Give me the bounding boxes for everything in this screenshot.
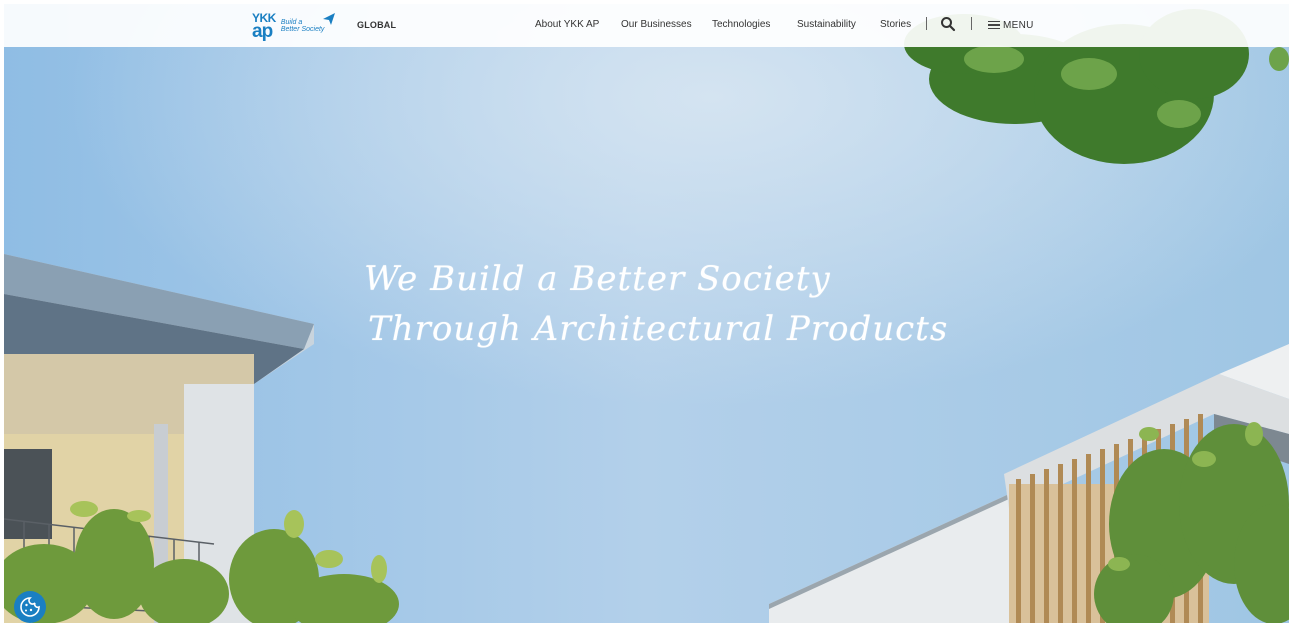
menu-label: MENU <box>1003 19 1034 31</box>
nav-technologies[interactable]: Technologies <box>712 19 770 30</box>
search-icon[interactable] <box>940 16 956 32</box>
ykk-ap-logo[interactable]: YKK ap Build a Better Society <box>252 10 342 42</box>
nav-stories[interactable]: Stories <box>880 19 911 30</box>
hamburger-icon <box>988 20 1000 30</box>
page-frame: We Build a Better Society Through Archit… <box>4 4 1289 623</box>
hero-headline-line2: Through Architectural Products <box>368 309 949 349</box>
hero-headline: We Build a Better Society Through Archit… <box>364 254 948 354</box>
nav-divider <box>971 17 972 30</box>
nav-our-businesses[interactable]: Our Businesses <box>621 19 692 30</box>
logo-tagline: Build a Better Society <box>281 19 325 34</box>
logo-ap: ap <box>252 20 273 42</box>
logo-mark: YKK ap <box>252 12 276 41</box>
hero-headline-line1: We Build a Better Society <box>364 259 831 299</box>
nav-sustainability[interactable]: Sustainability <box>797 19 856 30</box>
nav-about-ykk-ap[interactable]: About YKK AP <box>535 19 599 30</box>
bird-icon <box>323 13 335 25</box>
menu-button[interactable]: MENU <box>988 17 1034 33</box>
hero-section: We Build a Better Society Through Archit… <box>4 4 1289 623</box>
cookie-icon <box>20 597 40 617</box>
cookie-settings-button[interactable] <box>14 591 46 623</box>
nav-divider <box>926 17 927 30</box>
region-selector[interactable]: GLOBAL <box>357 20 396 30</box>
logo-tagline-line2: Better Society <box>280 26 325 33</box>
site-header: YKK ap Build a Better Society GLOBAL Abo… <box>4 4 1289 47</box>
logo-tagline-line1: Build a <box>280 18 303 26</box>
